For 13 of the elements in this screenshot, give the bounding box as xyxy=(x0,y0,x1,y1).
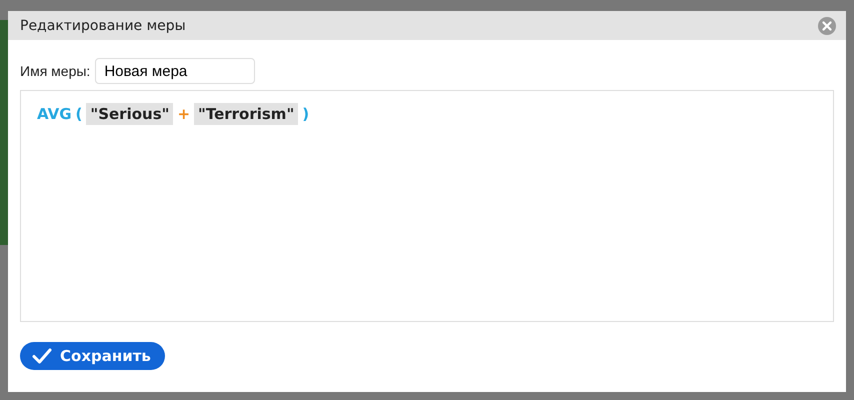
field-token: "Terrorism" xyxy=(194,103,298,125)
save-button[interactable]: Сохранить xyxy=(20,342,165,370)
parenthesis: ) xyxy=(302,105,310,123)
parenthesis: ( xyxy=(76,105,82,123)
dialog-title: Редактирование меры xyxy=(20,18,186,34)
name-input[interactable]: Новая мера xyxy=(95,58,256,84)
field-token: "Serious" xyxy=(86,103,174,125)
formula-editor[interactable]: AVG ( "Serious" + "Terrorism" ) xyxy=(20,90,834,322)
field-label: Имя меры: xyxy=(20,63,90,79)
check-icon xyxy=(32,348,52,364)
close-icon[interactable] xyxy=(818,16,836,34)
operator-sign: + xyxy=(177,105,190,123)
function-name: AVG xyxy=(37,105,72,123)
